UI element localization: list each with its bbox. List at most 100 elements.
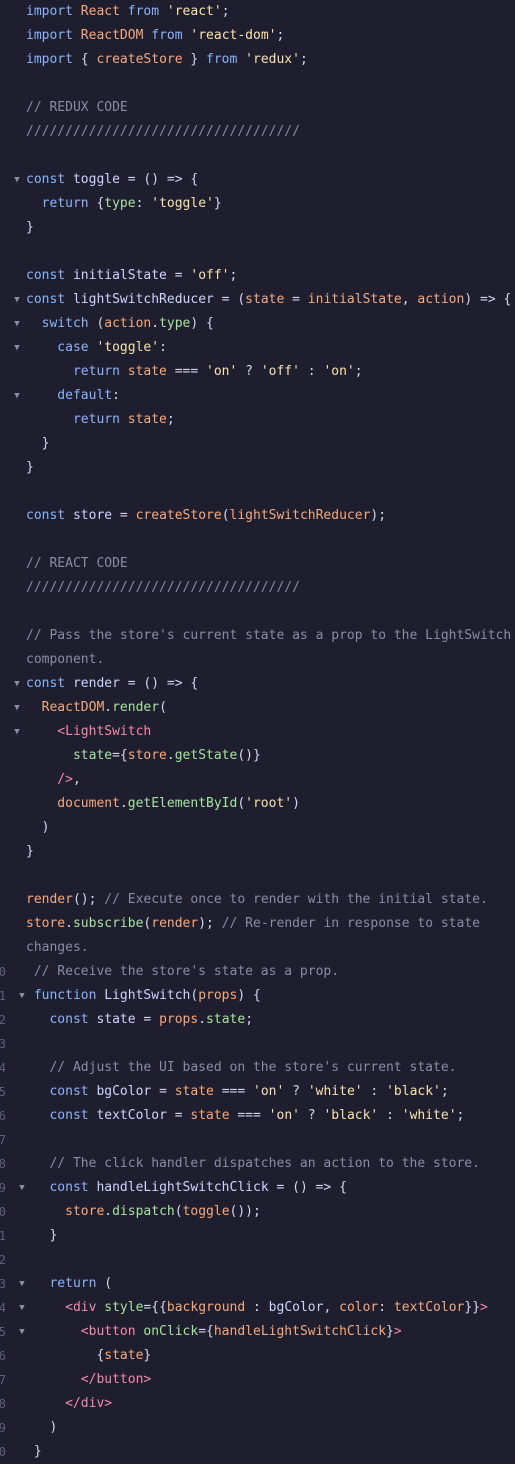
- code-token: const: [26, 1012, 97, 1027]
- code-token: =: [166, 1108, 191, 1123]
- code-token: state: [127, 364, 167, 379]
- code-token: ;: [276, 28, 285, 43]
- code-line: 2 const state = props.state;: [0, 1008, 515, 1032]
- code-text: store.dispatch(toggle());: [26, 1200, 261, 1224]
- code-token: case: [26, 340, 97, 355]
- code-token: .: [104, 1204, 113, 1219]
- code-line: ▼ const toggle = () => {: [0, 168, 515, 192]
- code-token: .: [65, 916, 73, 931]
- code-token: type: [104, 196, 136, 211]
- code-token: 'off': [260, 364, 300, 379]
- code-text: const handleLightSwitchClick = () => {: [26, 1176, 346, 1200]
- code-token: store: [26, 916, 66, 931]
- code-token: from: [206, 52, 246, 67]
- code-token: >: [393, 1324, 402, 1339]
- code-line: document.getElementById('root'): [0, 792, 515, 816]
- code-token: ,: [323, 1300, 340, 1315]
- code-line: return state === 'on' ? 'off' : 'on';: [0, 360, 515, 384]
- code-text: }: [26, 840, 34, 864]
- code-token: {: [80, 52, 97, 67]
- chevron-down-icon[interactable]: ▼: [11, 288, 23, 312]
- code-token: ?: [237, 364, 261, 379]
- code-text: // The click handler dispatches an actio…: [26, 1152, 479, 1176]
- code-token: (: [104, 1276, 113, 1291]
- code-token: (: [237, 796, 246, 811]
- code-token: return: [26, 364, 128, 379]
- code-line: ▼ switch (action.type) {: [0, 312, 515, 336]
- code-token: const: [26, 1108, 97, 1123]
- chevron-down-icon[interactable]: ▼: [11, 384, 23, 408]
- chevron-down-icon[interactable]: ▼: [11, 696, 23, 720]
- code-text: const store = createStore(lightSwitchRed…: [26, 504, 386, 528]
- code-token: LightSwitch: [104, 988, 191, 1003]
- code-line: 4 ▼ <div style={{background : bgColor, co…: [0, 1296, 515, 1320]
- code-token: switch: [26, 316, 97, 331]
- code-token: // Re-render in response to state: [221, 916, 480, 931]
- code-token: initialState: [72, 268, 167, 283]
- code-token: return: [26, 196, 97, 211]
- chevron-down-icon[interactable]: ▼: [11, 168, 23, 192]
- code-text: }: [26, 432, 50, 456]
- line-number: 0: [0, 1445, 6, 1459]
- code-line: // Pass the store's current state as a p…: [0, 624, 515, 648]
- code-text: </div>: [26, 1392, 112, 1416]
- code-token: :: [159, 340, 167, 355]
- code-text: import ReactDOM from 'react-dom';: [26, 24, 284, 48]
- code-text: document.getElementById('root'): [26, 792, 300, 816]
- code-token: :: [362, 1084, 387, 1099]
- code-token: initialState: [307, 292, 402, 307]
- code-text: case 'toggle':: [26, 336, 167, 360]
- code-token: // Adjust the UI based on the store's cu…: [26, 1060, 457, 1075]
- code-line: 0 store.dispatch(toggle());: [0, 1200, 515, 1224]
- code-token: }: [26, 436, 50, 451]
- code-token: ): [26, 820, 50, 835]
- code-token: ;: [229, 268, 238, 283]
- code-token: state: [245, 292, 285, 307]
- chevron-down-icon[interactable]: ▼: [11, 312, 23, 336]
- code-token: 'white': [307, 1084, 363, 1099]
- code-token: }: [213, 196, 222, 211]
- code-token: =: [135, 1012, 160, 1027]
- code-token: getState: [174, 748, 238, 763]
- code-token: from: [143, 28, 191, 43]
- code-line: 6 {state}: [0, 1344, 515, 1368]
- chevron-down-icon[interactable]: ▼: [11, 672, 23, 696]
- code-token: }: [182, 52, 207, 67]
- code-token: =: [151, 1084, 175, 1099]
- code-token: store: [127, 748, 167, 763]
- code-token: import: [26, 52, 81, 67]
- code-text: return state;: [26, 408, 175, 432]
- code-token: ) {: [190, 316, 214, 331]
- code-editor[interactable]: import React from 'react'; import ReactDO…: [0, 0, 515, 1459]
- code-token: :: [245, 1300, 269, 1315]
- code-text: // Pass the store's current state as a p…: [26, 624, 511, 648]
- code-token: store: [72, 508, 113, 523]
- code-token: ={: [112, 748, 128, 763]
- code-token: const: [26, 1084, 97, 1099]
- code-token: const: [26, 508, 73, 523]
- code-text: }: [26, 216, 34, 240]
- code-token: render: [112, 700, 160, 715]
- code-token: 'white': [401, 1108, 457, 1123]
- code-text: import { createStore } from 'redux';: [26, 48, 308, 72]
- line-number: 4: [0, 1061, 6, 1075]
- code-token: 'toggle': [151, 196, 214, 211]
- code-token: from: [119, 4, 167, 19]
- chevron-down-icon[interactable]: ▼: [11, 336, 23, 360]
- code-line: ▼ <LightSwitch: [0, 720, 515, 744]
- chevron-down-icon[interactable]: ▼: [11, 720, 23, 744]
- code-text: ): [26, 816, 50, 840]
- line-number: 7: [0, 1373, 6, 1387]
- line-number: 0: [0, 965, 6, 979]
- code-token: <LightSwitch: [26, 724, 152, 739]
- code-token: onClick: [143, 1324, 199, 1339]
- code-token: const: [26, 268, 73, 283]
- code-token: ;: [221, 4, 230, 19]
- code-line: 9 ▼ const handleLightSwitchClick = () => …: [0, 1176, 515, 1200]
- code-token: (: [221, 508, 230, 523]
- code-token: ();: [72, 892, 105, 907]
- code-token: ;: [354, 364, 363, 379]
- code-text: }: [26, 456, 34, 480]
- code-token: default: [26, 388, 113, 403]
